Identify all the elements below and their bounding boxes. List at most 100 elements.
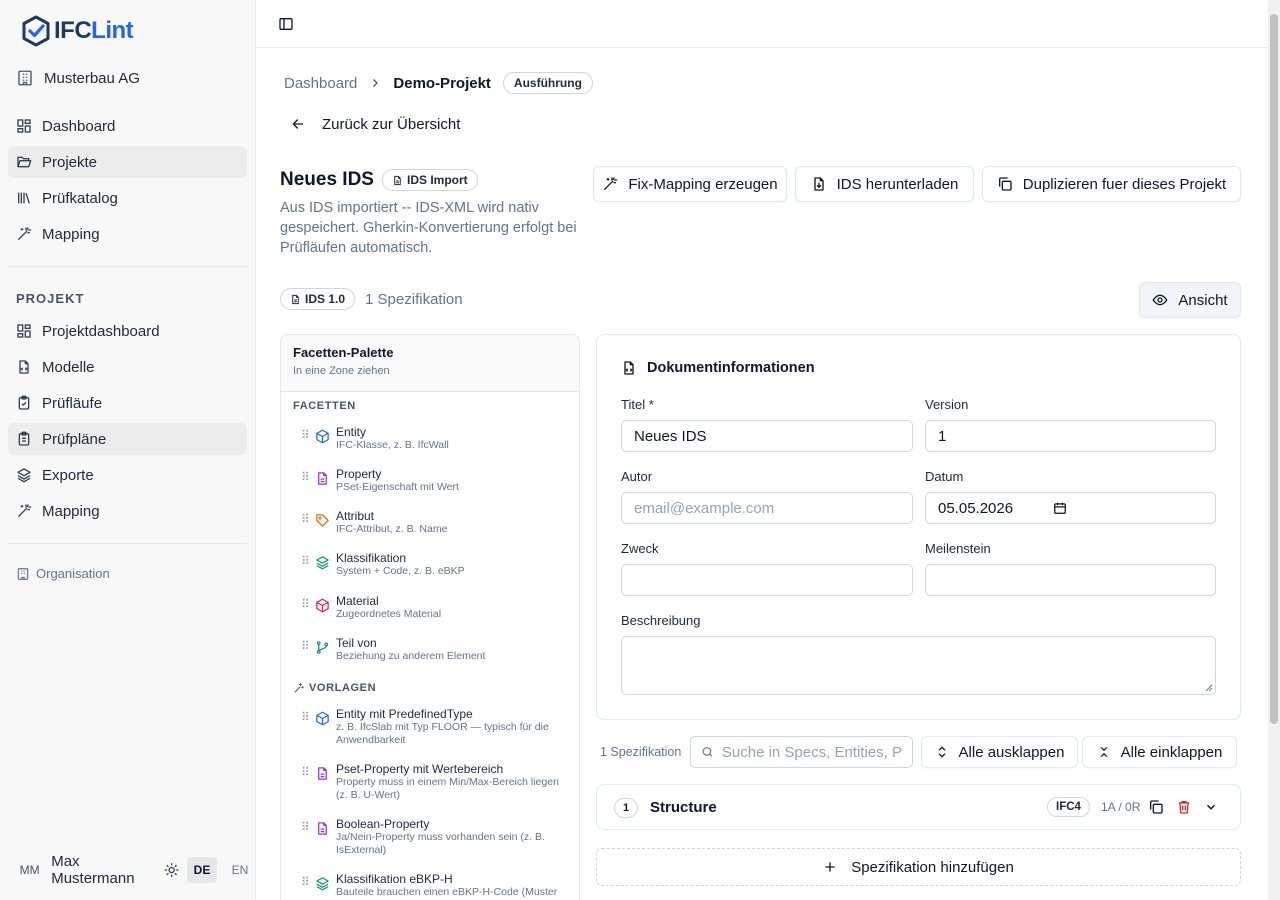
date-input[interactable]: 05.05.2026 xyxy=(925,492,1216,524)
purpose-label: Zweck xyxy=(621,541,659,556)
template-entity-predefined[interactable]: ⠿ Entity mit PredefinedType z. B. IfcSlab… xyxy=(301,707,571,747)
sidebar-toggle-icon[interactable] xyxy=(278,16,294,32)
clipboard-list-icon xyxy=(18,431,30,446)
spec-search-input[interactable]: Suche in Specs, Entities, P xyxy=(690,736,913,768)
template-ebkp[interactable]: ⠿ Klassifikation eBKP-H Bauteile brauchen… xyxy=(301,872,571,899)
file-icon xyxy=(292,294,299,304)
ids-meta: IDS 1.0 1 Spezifikation xyxy=(280,288,463,310)
facets-section-label: FACETTEN xyxy=(293,400,356,412)
drag-handle-icon[interactable]: ⠿ xyxy=(301,429,310,452)
facet-entity[interactable]: ⠿ Entity IFC-Klasse, z. B. IfcWall xyxy=(301,425,571,452)
chevrons-down-up-icon xyxy=(1100,746,1107,758)
layers-icon xyxy=(316,556,329,570)
title-input[interactable]: Neues IDS xyxy=(621,420,913,452)
author-input[interactable]: email@example.com xyxy=(621,492,913,524)
nav-pruefkatalog[interactable]: Prüfkatalog xyxy=(8,182,247,214)
import-badge: IDS Import xyxy=(381,169,478,191)
file-icon xyxy=(394,175,401,185)
avatar[interactable]: MM xyxy=(16,855,43,885)
nav-mapping-project[interactable]: Mapping xyxy=(8,495,247,527)
nav-pruefplaene[interactable]: Prüfpläne xyxy=(8,423,247,455)
fix-mapping-button[interactable]: Fix-Mapping erzeugen xyxy=(593,166,787,202)
organisation-label: Organisation xyxy=(36,566,110,581)
lang-de-button[interactable]: DE xyxy=(187,857,217,883)
nav-label: Prüfkatalog xyxy=(42,189,118,207)
org-name: Musterbau AG xyxy=(44,69,140,87)
file-code-icon xyxy=(624,361,634,375)
resize-handle-icon[interactable] xyxy=(1205,684,1213,692)
purpose-input[interactable] xyxy=(621,564,913,596)
app-logo[interactable]: IFCLint xyxy=(20,15,134,47)
view-button[interactable]: Ansicht xyxy=(1139,282,1241,318)
plus-icon xyxy=(825,862,835,872)
logo-shield-icon xyxy=(22,15,50,47)
building-icon xyxy=(18,70,32,86)
facet-property[interactable]: ⠿ Property PSet-Eigenschaft mit Wert xyxy=(301,467,571,494)
facet-material[interactable]: ⠿ Material Zugeordnetes Material xyxy=(301,594,571,621)
drag-handle-icon[interactable]: ⠿ xyxy=(301,766,310,802)
version-input[interactable]: 1 xyxy=(925,420,1216,452)
template-pset-range[interactable]: ⠿ Pset-Property mit Wertebereich Property… xyxy=(301,762,571,802)
facet-teil-von[interactable]: ⠿ Teil von Beziehung zu anderem Element xyxy=(301,636,571,663)
organisation-link[interactable]: Organisation xyxy=(16,566,110,581)
drag-handle-icon[interactable]: ⠿ xyxy=(301,821,310,857)
nav-exporte[interactable]: Exporte xyxy=(8,459,247,491)
divider xyxy=(8,543,247,544)
nav-label: Mapping xyxy=(42,502,100,520)
title-row: Neues IDS IDS Import xyxy=(280,169,478,191)
drag-handle-icon[interactable]: ⠿ xyxy=(301,876,310,899)
expand-all-button[interactable]: Alle ausklappen xyxy=(921,736,1078,768)
ids-version-badge: IDS 1.0 xyxy=(280,288,356,310)
author-label: Autor xyxy=(621,469,653,484)
nav-modelle[interactable]: Modelle xyxy=(8,351,247,383)
layers-icon xyxy=(17,468,31,483)
duplicate-button[interactable]: Duplizieren fuer dieses Projekt xyxy=(982,166,1241,202)
spec-name: Structure xyxy=(650,799,717,816)
template-boolean[interactable]: ⠿ Boolean-Property Ja/Nein-Property muss … xyxy=(301,817,571,857)
facet-palette: Facetten-Palette In eine Zone ziehen FAC… xyxy=(280,334,580,900)
user-name[interactable]: Max Mustermann xyxy=(51,853,150,887)
folder-open-icon xyxy=(17,156,32,168)
spec-item[interactable]: 1 Structure IFC4 1A / 0R xyxy=(596,784,1241,830)
spec-count-label: 1 Spezifikation xyxy=(365,290,463,308)
calendar-icon[interactable] xyxy=(1053,501,1067,515)
drag-handle-icon[interactable]: ⠿ xyxy=(301,513,310,536)
milestone-input[interactable] xyxy=(925,564,1216,596)
nav-pruefläufe[interactable]: Prüfläufe xyxy=(8,387,247,419)
description-textarea[interactable] xyxy=(621,636,1216,695)
nav-dashboard[interactable]: Dashboard xyxy=(8,110,247,142)
copy-icon[interactable] xyxy=(1148,799,1164,815)
drag-handle-icon[interactable]: ⠿ xyxy=(301,711,310,747)
nav-projekte[interactable]: Projekte xyxy=(8,146,247,178)
library-icon xyxy=(18,192,30,204)
drag-handle-icon[interactable]: ⠿ xyxy=(301,640,310,663)
sun-icon[interactable] xyxy=(164,861,179,879)
org-switcher[interactable]: Musterbau AG xyxy=(16,68,140,88)
phase-badge: Ausführung xyxy=(502,72,593,94)
breadcrumb-root[interactable]: Dashboard xyxy=(284,75,357,92)
spec-number: 1 xyxy=(614,798,638,818)
facet-klassifikation[interactable]: ⠿ Klassifikation System + Code, z. B. eBK… xyxy=(301,551,571,578)
description-label: Beschreibung xyxy=(621,613,701,628)
nav-projektdashboard[interactable]: Projektdashboard xyxy=(8,315,247,347)
add-spec-button[interactable]: Spezifikation hinzufügen xyxy=(596,848,1241,886)
back-link[interactable]: Zurück zur Übersicht xyxy=(290,113,460,135)
nav-label: Mapping xyxy=(42,225,100,243)
cube-icon xyxy=(316,711,329,726)
sparkles-icon xyxy=(294,683,304,693)
scrollbar-thumb[interactable] xyxy=(1270,14,1278,724)
drag-handle-icon[interactable]: ⠿ xyxy=(301,555,310,578)
clipboard-check-icon xyxy=(18,395,30,410)
drag-handle-icon[interactable]: ⠿ xyxy=(301,471,310,494)
download-ids-button[interactable]: IDS herunterladen xyxy=(795,166,974,202)
grid-icon xyxy=(17,119,31,133)
page-scrollbar[interactable] xyxy=(1268,0,1280,900)
collapse-all-button[interactable]: Alle einklappen xyxy=(1082,736,1237,768)
chevron-down-icon[interactable] xyxy=(1204,800,1218,814)
drag-handle-icon[interactable]: ⠿ xyxy=(301,598,310,621)
facet-attribut[interactable]: ⠿ Attribut IFC-Attribut, z. B. Name xyxy=(301,509,571,536)
nav-mapping[interactable]: Mapping xyxy=(8,218,247,250)
lang-en-button[interactable]: EN xyxy=(225,857,255,883)
trash-icon[interactable] xyxy=(1176,799,1192,815)
chevrons-up-down-icon xyxy=(938,746,945,758)
